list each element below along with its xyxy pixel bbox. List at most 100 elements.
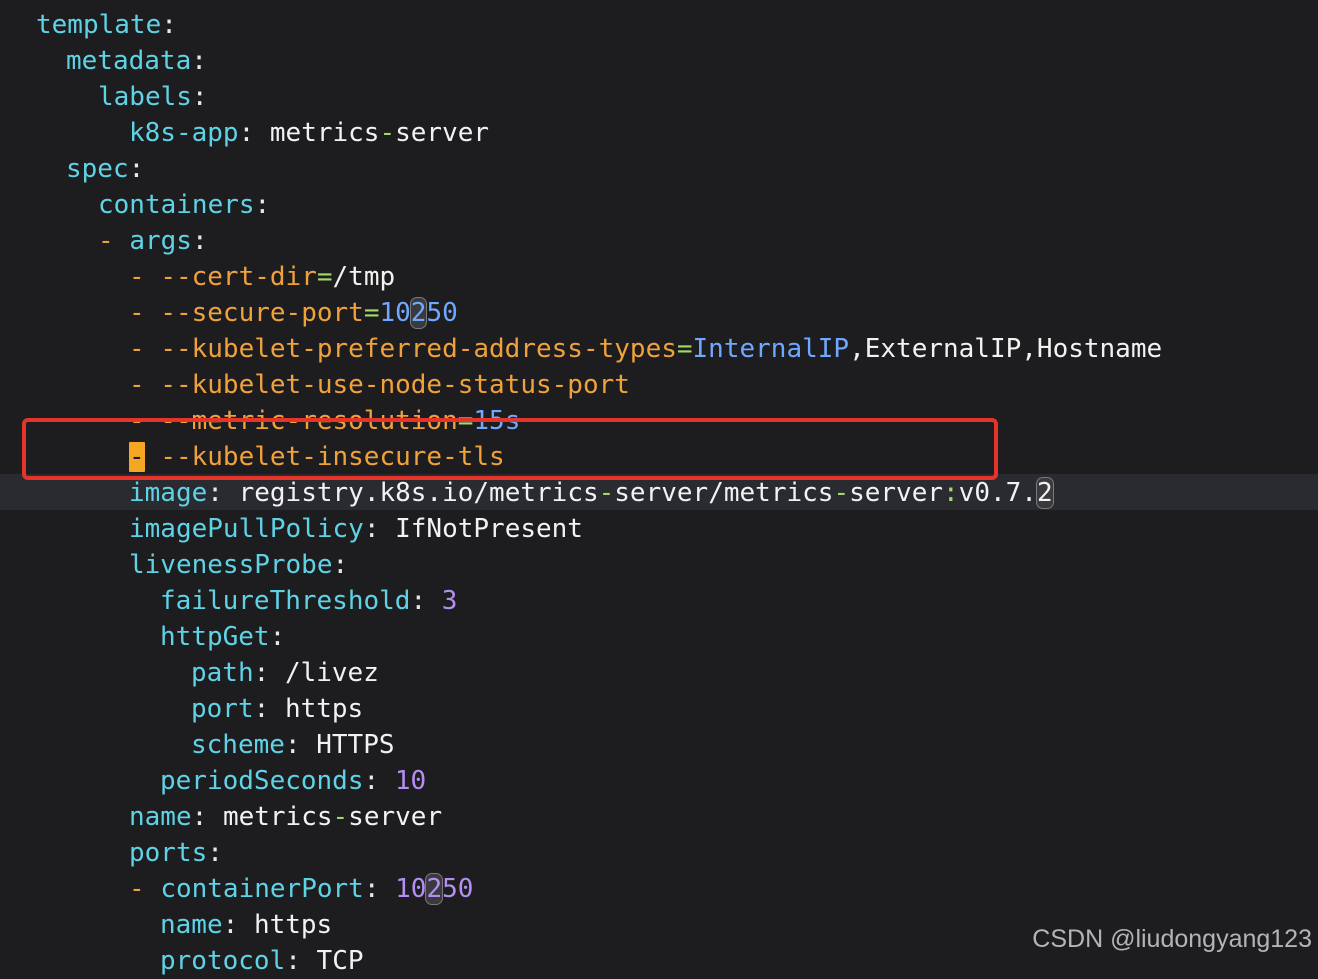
code-token: - bbox=[598, 478, 615, 508]
code-line[interactable]: httpGet: bbox=[0, 619, 1318, 655]
code-token: : bbox=[128, 154, 145, 184]
code-token: containers bbox=[98, 190, 255, 220]
annotation-highlight-box bbox=[22, 418, 998, 480]
code-line-text: imagePullPolicy: IfNotPresent bbox=[129, 511, 583, 547]
code-token: labels bbox=[98, 82, 192, 112]
code-token: : bbox=[363, 874, 396, 904]
code-line-text: - --cert-dir=/tmp bbox=[129, 259, 395, 295]
code-line-text: httpGet: bbox=[160, 619, 285, 655]
code-token: : bbox=[161, 10, 177, 40]
code-token: periodSeconds bbox=[160, 766, 364, 796]
code-token: 10 bbox=[394, 766, 427, 796]
code-token: : bbox=[363, 514, 396, 544]
code-token: --kubelet-use-node-status-port bbox=[160, 370, 630, 400]
code-token: IfNotPresent bbox=[395, 514, 583, 544]
code-line-text: ports: bbox=[129, 835, 223, 871]
code-line[interactable]: - --kubelet-use-node-status-port bbox=[0, 367, 1318, 403]
code-line-text: metadata: bbox=[66, 43, 207, 79]
code-token: - bbox=[833, 478, 850, 508]
code-token: v0.7. bbox=[958, 478, 1037, 508]
code-token: : bbox=[943, 478, 959, 508]
code-token: ,ExternalIP,Hostname bbox=[849, 334, 1163, 364]
code-line[interactable]: image: registry.k8s.io/metrics-server/me… bbox=[0, 475, 1318, 511]
code-line[interactable]: metadata: bbox=[0, 43, 1318, 79]
code-line[interactable]: spec: bbox=[0, 151, 1318, 187]
code-line-text: livenessProbe: bbox=[129, 547, 348, 583]
code-line-text: port: https bbox=[191, 691, 363, 727]
code-token: : bbox=[191, 46, 207, 76]
code-token: = bbox=[676, 334, 693, 364]
code-token: 2 bbox=[1035, 477, 1054, 509]
code-line[interactable]: - --cert-dir=/tmp bbox=[0, 259, 1318, 295]
code-token: : bbox=[332, 550, 349, 580]
code-line-text: failureThreshold: 3 bbox=[160, 583, 457, 619]
code-line[interactable]: k8s-app: metrics-server bbox=[0, 115, 1318, 151]
code-line[interactable]: livenessProbe: bbox=[0, 547, 1318, 583]
code-token: --secure-port bbox=[160, 298, 364, 328]
code-token: httpGet bbox=[160, 622, 270, 652]
code-token: containerPort bbox=[160, 874, 364, 904]
code-line[interactable]: containers: bbox=[0, 187, 1318, 223]
code-line[interactable]: imagePullPolicy: IfNotPresent bbox=[0, 511, 1318, 547]
code-editor[interactable]: template: metadata: labels: k8s-app: metric… bbox=[0, 0, 1318, 976]
code-line-text: - containerPort: 10250 bbox=[129, 871, 473, 907]
code-line-text: - args: bbox=[98, 223, 208, 259]
code-token: --cert-dir bbox=[160, 262, 317, 292]
code-line[interactable]: failureThreshold: 3 bbox=[0, 583, 1318, 619]
code-token: : bbox=[191, 226, 208, 256]
code-line-text: spec: bbox=[66, 151, 144, 187]
code-token: : bbox=[254, 190, 271, 220]
code-line-text: image: registry.k8s.io/metrics-server/me… bbox=[129, 475, 1054, 511]
code-token: protocol bbox=[160, 946, 286, 976]
code-token: - bbox=[129, 874, 161, 904]
code-line[interactable]: - args: bbox=[0, 223, 1318, 259]
code-token: scheme bbox=[191, 730, 285, 760]
code-token: : bbox=[191, 82, 208, 112]
code-line[interactable]: port: https bbox=[0, 691, 1318, 727]
code-line-text: - --kubelet-preferred-address-types=Inte… bbox=[129, 331, 1162, 367]
code-token: path bbox=[191, 658, 254, 688]
code-token: 10 bbox=[379, 298, 411, 328]
code-line-text: containers: bbox=[98, 187, 270, 223]
code-token: : bbox=[253, 658, 285, 688]
code-line[interactable]: name: metrics-server bbox=[0, 799, 1318, 835]
code-token: : bbox=[191, 802, 223, 832]
code-token: server/metrics bbox=[614, 478, 834, 508]
code-token: : bbox=[410, 586, 442, 616]
code-token: : bbox=[207, 478, 239, 508]
code-token: port bbox=[191, 694, 254, 724]
code-line[interactable]: template: bbox=[0, 7, 1318, 43]
code-token: https bbox=[284, 694, 364, 724]
code-token: 50 bbox=[442, 874, 474, 904]
code-token: HTTPS bbox=[316, 730, 395, 760]
code-line-text: k8s-app: metrics-server bbox=[129, 115, 489, 151]
code-token: - bbox=[129, 262, 161, 292]
code-token: name bbox=[160, 910, 223, 940]
code-token: server bbox=[348, 802, 443, 832]
code-line[interactable]: path: /livez bbox=[0, 655, 1318, 691]
code-token: 2 bbox=[425, 873, 444, 905]
code-token: - bbox=[332, 802, 349, 832]
code-line-text: template: bbox=[36, 7, 177, 43]
code-line[interactable]: - --kubelet-preferred-address-types=Inte… bbox=[0, 331, 1318, 367]
code-token: TCP bbox=[316, 946, 364, 976]
code-token: image bbox=[129, 478, 208, 508]
code-token: : bbox=[207, 838, 223, 868]
code-token: - bbox=[129, 298, 161, 328]
code-line[interactable]: - --secure-port=10250 bbox=[0, 295, 1318, 331]
code-token: : bbox=[363, 766, 395, 796]
code-line[interactable]: periodSeconds: 10 bbox=[0, 763, 1318, 799]
code-line[interactable]: scheme: HTTPS bbox=[0, 727, 1318, 763]
code-token: livenessProbe bbox=[129, 550, 333, 580]
watermark: CSDN @liudongyang123 bbox=[1032, 925, 1312, 953]
code-line[interactable]: - containerPort: 10250 bbox=[0, 871, 1318, 907]
code-token: --kubelet-preferred-address-types bbox=[160, 334, 677, 364]
code-token: : bbox=[285, 946, 317, 976]
code-line[interactable]: ports: bbox=[0, 835, 1318, 871]
code-line[interactable]: labels: bbox=[0, 79, 1318, 115]
code-token: 3 bbox=[441, 586, 458, 616]
code-token: server bbox=[395, 118, 490, 148]
code-token: = bbox=[363, 298, 380, 328]
code-token: 2 bbox=[409, 297, 428, 329]
code-token: registry.k8s.io/metrics bbox=[238, 478, 599, 508]
